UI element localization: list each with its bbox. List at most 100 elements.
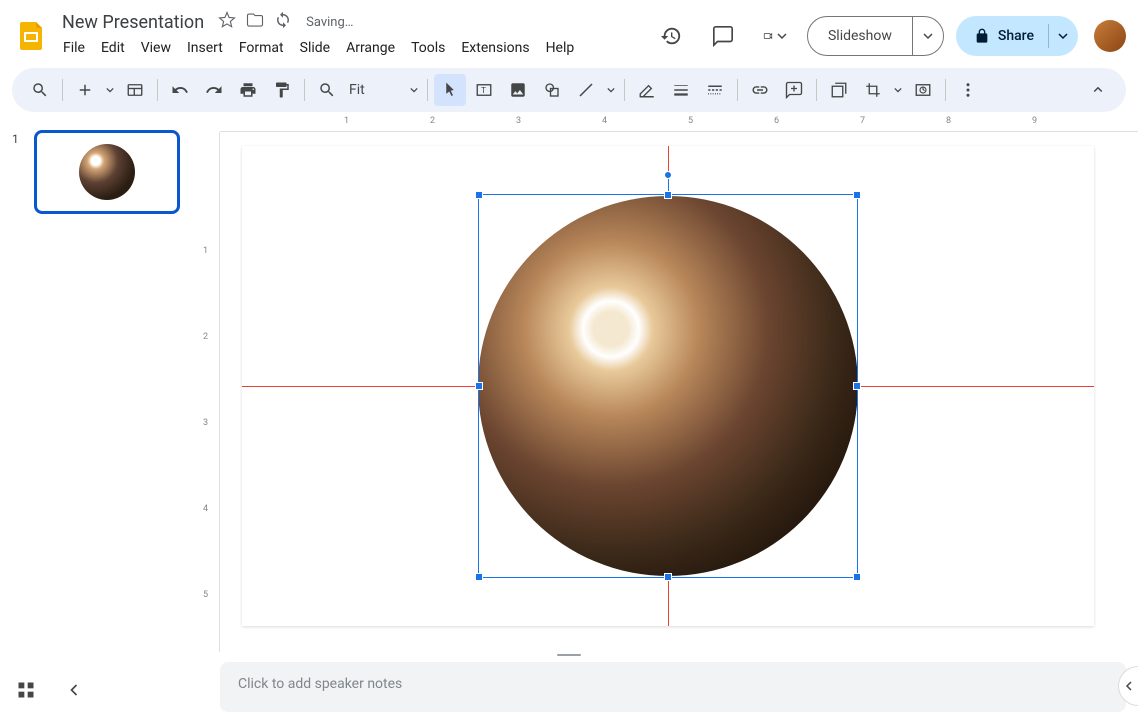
line-dropdown[interactable]	[604, 86, 618, 94]
cloud-status-icon[interactable]	[274, 11, 292, 33]
bottom-left-controls	[14, 678, 86, 702]
slide-panel[interactable]: 1	[0, 116, 200, 652]
resize-handle-n[interactable]	[664, 191, 672, 199]
thumb-image	[79, 144, 135, 200]
resize-handle-se[interactable]	[853, 573, 861, 581]
border-dash-icon[interactable]	[699, 74, 731, 106]
crop-icon[interactable]	[857, 74, 889, 106]
saving-status: Saving…	[306, 15, 353, 30]
menu-arrange[interactable]: Arrange	[339, 36, 402, 60]
share-button[interactable]: Share	[956, 16, 1048, 56]
doc-title[interactable]: New Presentation	[56, 10, 210, 35]
share-label: Share	[998, 28, 1034, 44]
meet-icon[interactable]	[755, 16, 795, 56]
resize-handle-s[interactable]	[664, 573, 672, 581]
ruler-tick: 3	[203, 418, 208, 428]
selection-box[interactable]	[478, 194, 858, 578]
resize-handle-sw[interactable]	[475, 573, 483, 581]
star-icon[interactable]	[218, 11, 236, 33]
ruler-tick: 8	[946, 116, 951, 126]
crop-dropdown[interactable]	[891, 86, 905, 94]
menu-view[interactable]: View	[134, 36, 178, 60]
border-weight-icon[interactable]	[665, 74, 697, 106]
collapse-toolbar-icon[interactable]	[1082, 74, 1114, 106]
notes-resize-handle[interactable]	[549, 654, 589, 658]
slide-number: 1	[12, 130, 26, 214]
ruler-tick: 2	[430, 116, 435, 126]
ruler-tick: 5	[688, 116, 693, 126]
new-slide-icon[interactable]	[69, 74, 101, 106]
ruler-tick: 4	[203, 504, 208, 514]
speaker-notes[interactable]: Click to add speaker notes	[220, 662, 1126, 712]
search-tool-icon[interactable]	[24, 74, 56, 106]
zoom-icon[interactable]	[311, 74, 343, 106]
layout-icon[interactable]	[119, 74, 151, 106]
title-area: New Presentation Saving… File Edit View …	[56, 10, 651, 62]
account-avatar[interactable]	[1094, 20, 1126, 52]
redo-icon[interactable]	[198, 74, 230, 106]
mask-image-icon[interactable]	[823, 74, 855, 106]
image-icon[interactable]	[502, 74, 534, 106]
svg-text:T: T	[481, 86, 486, 96]
resize-handle-ne[interactable]	[853, 191, 861, 199]
ruler-tick: 5	[203, 590, 208, 600]
slideshow-group: Slideshow	[807, 16, 944, 56]
slides-logo[interactable]	[12, 16, 52, 56]
history-icon[interactable]	[651, 16, 691, 56]
resize-handle-nw[interactable]	[475, 191, 483, 199]
menu-extensions[interactable]: Extensions	[454, 36, 536, 60]
ruler-tick: 3	[516, 116, 521, 126]
ruler-tick: 6	[774, 116, 779, 126]
slide-thumbnail-1[interactable]: 1	[12, 130, 188, 214]
new-slide-dropdown[interactable]	[103, 86, 117, 94]
ruler-tick: 7	[860, 116, 865, 126]
share-group: Share	[956, 16, 1078, 56]
grid-view-icon[interactable]	[14, 678, 38, 702]
comment-add-icon[interactable]	[778, 74, 810, 106]
link-icon[interactable]	[744, 74, 776, 106]
menu-help[interactable]: Help	[539, 36, 582, 60]
ruler-tick: 9	[1032, 116, 1037, 126]
ruler-tick: 4	[602, 116, 607, 126]
more-tools-icon[interactable]	[952, 74, 984, 106]
vertical-ruler[interactable]: 1 2 3 4 5	[200, 132, 220, 652]
menu-format[interactable]: Format	[232, 36, 291, 60]
undo-icon[interactable]	[164, 74, 196, 106]
select-tool-icon[interactable]	[434, 74, 466, 106]
ruler-tick: 1	[203, 246, 208, 256]
border-color-icon[interactable]	[631, 74, 663, 106]
canvas-area[interactable]: 1 2 3 4 5 6 7 8 9 1 2 3 4 5	[200, 116, 1138, 652]
toolbar: Fit T	[12, 68, 1126, 112]
menu-tools[interactable]: Tools	[404, 36, 452, 60]
paint-format-icon[interactable]	[266, 74, 298, 106]
ruler-tick: 1	[344, 116, 349, 126]
move-icon[interactable]	[246, 11, 264, 33]
line-icon[interactable]	[570, 74, 602, 106]
comments-icon[interactable]	[703, 16, 743, 56]
zoom-select[interactable]: Fit	[345, 82, 405, 98]
main-area: 1 1 2 3 4 5 6 7 8 9 1 2 3 4 5	[0, 116, 1138, 652]
resize-handle-w[interactable]	[475, 382, 483, 390]
zoom-value: Fit	[349, 82, 365, 98]
menu-insert[interactable]: Insert	[180, 36, 230, 60]
textbox-icon[interactable]: T	[468, 74, 500, 106]
menu-slide[interactable]: Slide	[293, 36, 337, 60]
header: New Presentation Saving… File Edit View …	[0, 0, 1138, 64]
horizontal-ruler[interactable]: 1 2 3 4 5 6 7 8 9	[220, 116, 1138, 132]
slideshow-dropdown[interactable]	[912, 17, 943, 55]
share-dropdown[interactable]	[1048, 16, 1078, 56]
notes-placeholder: Click to add speaker notes	[238, 676, 1108, 692]
ruler-tick: 2	[203, 332, 208, 342]
print-icon[interactable]	[232, 74, 264, 106]
reset-image-icon[interactable]	[907, 74, 939, 106]
menu-edit[interactable]: Edit	[94, 36, 132, 60]
slideshow-button[interactable]: Slideshow	[808, 17, 912, 55]
menu-file[interactable]: File	[56, 36, 92, 60]
shape-icon[interactable]	[536, 74, 568, 106]
menu-bar: File Edit View Insert Format Slide Arran…	[56, 34, 651, 62]
rotate-handle[interactable]	[664, 171, 672, 179]
collapse-panel-icon[interactable]	[62, 678, 86, 702]
zoom-dropdown[interactable]	[407, 86, 421, 94]
resize-handle-e[interactable]	[853, 382, 861, 390]
slide-thumb-preview[interactable]	[34, 130, 180, 214]
